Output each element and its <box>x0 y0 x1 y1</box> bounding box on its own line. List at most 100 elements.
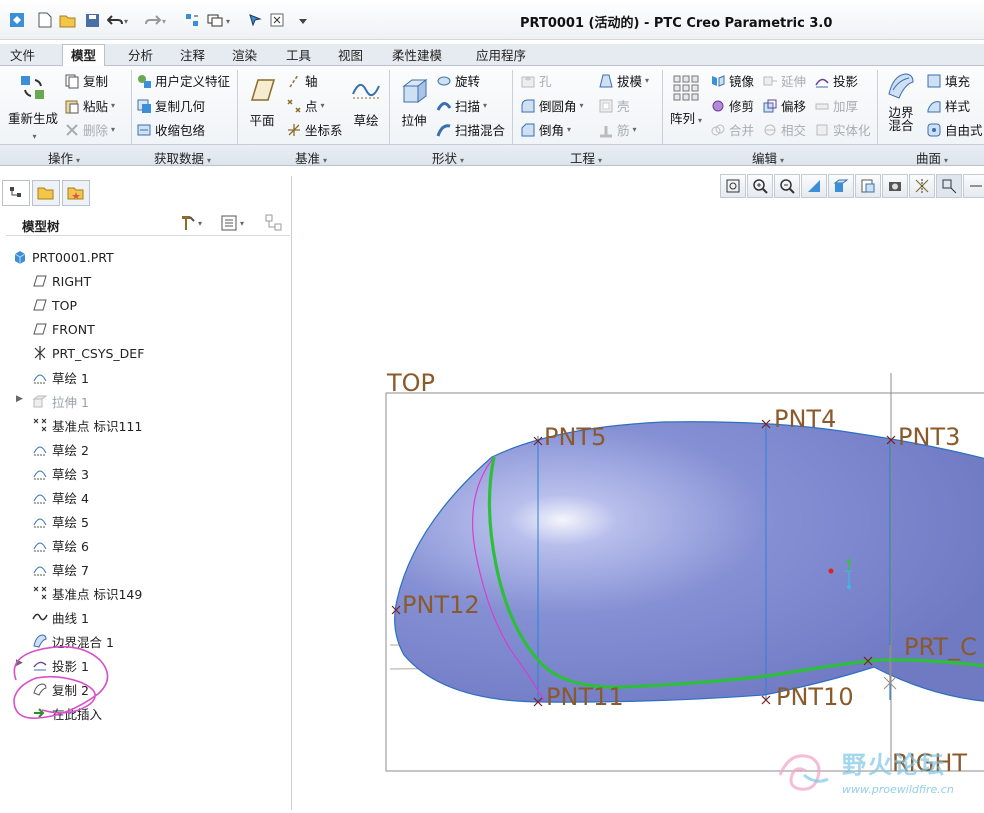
axis-button[interactable]: 轴 <box>286 71 318 90</box>
extrude-button[interactable]: 拉伸 <box>394 74 434 129</box>
group-datum[interactable]: 基准 ▾ <box>295 148 327 167</box>
tree-item-extrude-1[interactable]: 拉伸 1 <box>32 391 89 411</box>
windows-icon[interactable]: ▾ <box>206 10 236 30</box>
group-shapes[interactable]: 形状 ▾ <box>432 148 464 167</box>
tree-item-curve-1[interactable]: 曲线 1 <box>32 607 89 627</box>
sketch-icon <box>32 369 48 385</box>
new-file-icon[interactable] <box>36 10 54 30</box>
hole-button[interactable]: 孔 <box>520 71 552 90</box>
tree-item-sketch-5[interactable]: 草绘 5 <box>32 511 89 531</box>
fill-button[interactable]: 填充 <box>926 71 970 90</box>
open-folder-icon[interactable] <box>58 10 78 30</box>
display-style-button[interactable] <box>828 174 854 198</box>
merge-button[interactable]: 合并 <box>710 120 754 139</box>
delete-button[interactable]: 删除 ▾ <box>64 120 115 139</box>
app-icon[interactable] <box>6 10 28 30</box>
extend-button[interactable]: 延伸 <box>762 71 806 90</box>
tab-analysis[interactable]: 分析 <box>120 46 161 66</box>
tree-filter-icon[interactable] <box>264 213 284 236</box>
tree-item-sketch-4[interactable]: 草绘 4 <box>32 487 89 507</box>
regenerate-quick-icon[interactable] <box>182 10 202 30</box>
label-pnt4: PNT4 <box>774 405 836 433</box>
redo-icon[interactable]: ▾ <box>144 10 168 30</box>
datum-display-filters-button[interactable] <box>936 174 962 198</box>
tree-item-right[interactable]: RIGHT <box>32 271 91 291</box>
shrinkwrap-button[interactable]: 收缩包络 <box>136 120 205 139</box>
tab-render[interactable]: 渲染 <box>224 46 265 66</box>
tree-item-datum-point-149[interactable]: 基准点 标识149 <box>32 583 142 603</box>
select-icon[interactable] <box>246 10 264 30</box>
boundary-blend-button[interactable]: 边界混合 <box>882 70 920 133</box>
thicken-button[interactable]: 加厚 <box>814 96 858 115</box>
mirror-button[interactable]: 镜像 <box>710 71 754 90</box>
tab-tools[interactable]: 工具 <box>278 46 319 66</box>
regenerate-button[interactable]: 重新生成▾ <box>6 72 60 142</box>
view-manager-button[interactable] <box>882 174 908 198</box>
offset-button[interactable]: 偏移 <box>762 96 806 115</box>
customize-toolbar-icon[interactable] <box>296 10 310 30</box>
saved-views-button[interactable] <box>855 174 881 198</box>
revolve-button[interactable]: 旋转 <box>436 71 480 90</box>
csys-button[interactable]: 坐标系 <box>286 120 343 139</box>
udf-button[interactable]: 用户定义特征 <box>136 71 230 90</box>
tab-model[interactable]: 模型 <box>62 44 106 67</box>
intersect-button[interactable]: 相交 <box>762 120 806 139</box>
group-editing[interactable]: 编辑 ▾ <box>752 148 784 167</box>
copy-geometry-button[interactable]: 复制几何 <box>136 96 205 115</box>
rib-button[interactable]: 筋 ▾ <box>598 120 637 139</box>
shell-button[interactable]: 壳 <box>598 96 630 115</box>
tree-item-csys[interactable]: PRT_CSYS_DEF <box>32 343 144 363</box>
group-engineering[interactable]: 工程 ▾ <box>570 148 602 167</box>
freestyle-button[interactable]: 自由式 <box>926 120 983 139</box>
draft-button[interactable]: 拔模 ▾ <box>598 71 649 90</box>
tree-item-datum-point-111[interactable]: 基准点 标识111 <box>32 415 142 435</box>
perspective-button[interactable] <box>909 174 935 198</box>
tree-settings-icon[interactable]: ▾ <box>178 213 208 236</box>
plane-button[interactable]: 平面 <box>242 74 282 129</box>
tree-item-sketch-7[interactable]: 草绘 7 <box>32 559 89 579</box>
tab-file[interactable]: 文件 <box>2 46 43 66</box>
chamfer-button[interactable]: 倒角 ▾ <box>520 120 571 139</box>
point-button[interactable]: 点 ▾ <box>286 96 325 115</box>
model-tree-tab[interactable] <box>2 180 30 206</box>
tab-flexible-modeling[interactable]: 柔性建模 <box>384 46 450 66</box>
tree-item-front[interactable]: FRONT <box>32 319 95 339</box>
zoom-in-button[interactable] <box>747 174 773 198</box>
copy-button[interactable]: 复制 <box>64 71 108 90</box>
trim-button[interactable]: 修剪 <box>710 96 754 115</box>
tree-item-sketch-2[interactable]: 草绘 2 <box>32 439 89 459</box>
tree-item-top[interactable]: TOP <box>32 295 77 315</box>
round-button[interactable]: 倒圆角 ▾ <box>520 96 584 115</box>
tab-view[interactable]: 视图 <box>330 46 371 66</box>
refit-button[interactable] <box>720 174 746 198</box>
undo-icon[interactable]: ▾ <box>106 10 130 30</box>
repaint-button[interactable] <box>801 174 827 198</box>
swept-blend-button[interactable]: 扫描混合 <box>436 120 505 139</box>
group-operations[interactable]: 操作 ▾ <box>48 148 80 167</box>
solidify-button[interactable]: 实体化 <box>814 120 871 139</box>
graphics-window[interactable]: TOP PNT3 PNT4 PNT5 PNT12 PNT11 PNT10 PRT… <box>294 205 984 810</box>
close-window-icon[interactable] <box>268 10 286 30</box>
folder-browser-tab[interactable] <box>32 180 60 206</box>
annotation-display-button[interactable] <box>963 174 984 198</box>
save-icon[interactable] <box>82 10 102 30</box>
favorites-tab[interactable] <box>62 180 90 206</box>
tab-annotate[interactable]: 注释 <box>172 46 213 66</box>
tree-item-part[interactable]: PRT0001.PRT <box>12 247 114 267</box>
project-button[interactable]: 投影 <box>814 71 858 90</box>
tree-item-sketch-3[interactable]: 草绘 3 <box>32 463 89 483</box>
paste-button[interactable]: 粘贴 ▾ <box>64 96 115 115</box>
show-columns-icon[interactable]: ▾ <box>220 213 250 236</box>
style-button[interactable]: 样式 <box>926 96 970 115</box>
zoom-out-button[interactable] <box>774 174 800 198</box>
pattern-button[interactable]: 阵列 ▾ <box>666 72 706 127</box>
expand-arrow-icon[interactable]: ▶ <box>16 394 23 404</box>
regenerate-label: 重新生成 <box>7 111 58 126</box>
group-surfaces[interactable]: 曲面 ▾ <box>916 148 948 167</box>
sketch-button[interactable]: 草绘 <box>346 74 386 129</box>
tree-item-sketch-6[interactable]: 草绘 6 <box>32 535 89 555</box>
tree-item-sketch-1[interactable]: 草绘 1 <box>32 367 89 387</box>
group-get-data[interactable]: 获取数据 ▾ <box>154 148 211 167</box>
sweep-button[interactable]: 扫描 ▾ <box>436 96 487 115</box>
tab-applications[interactable]: 应用程序 <box>468 46 534 66</box>
